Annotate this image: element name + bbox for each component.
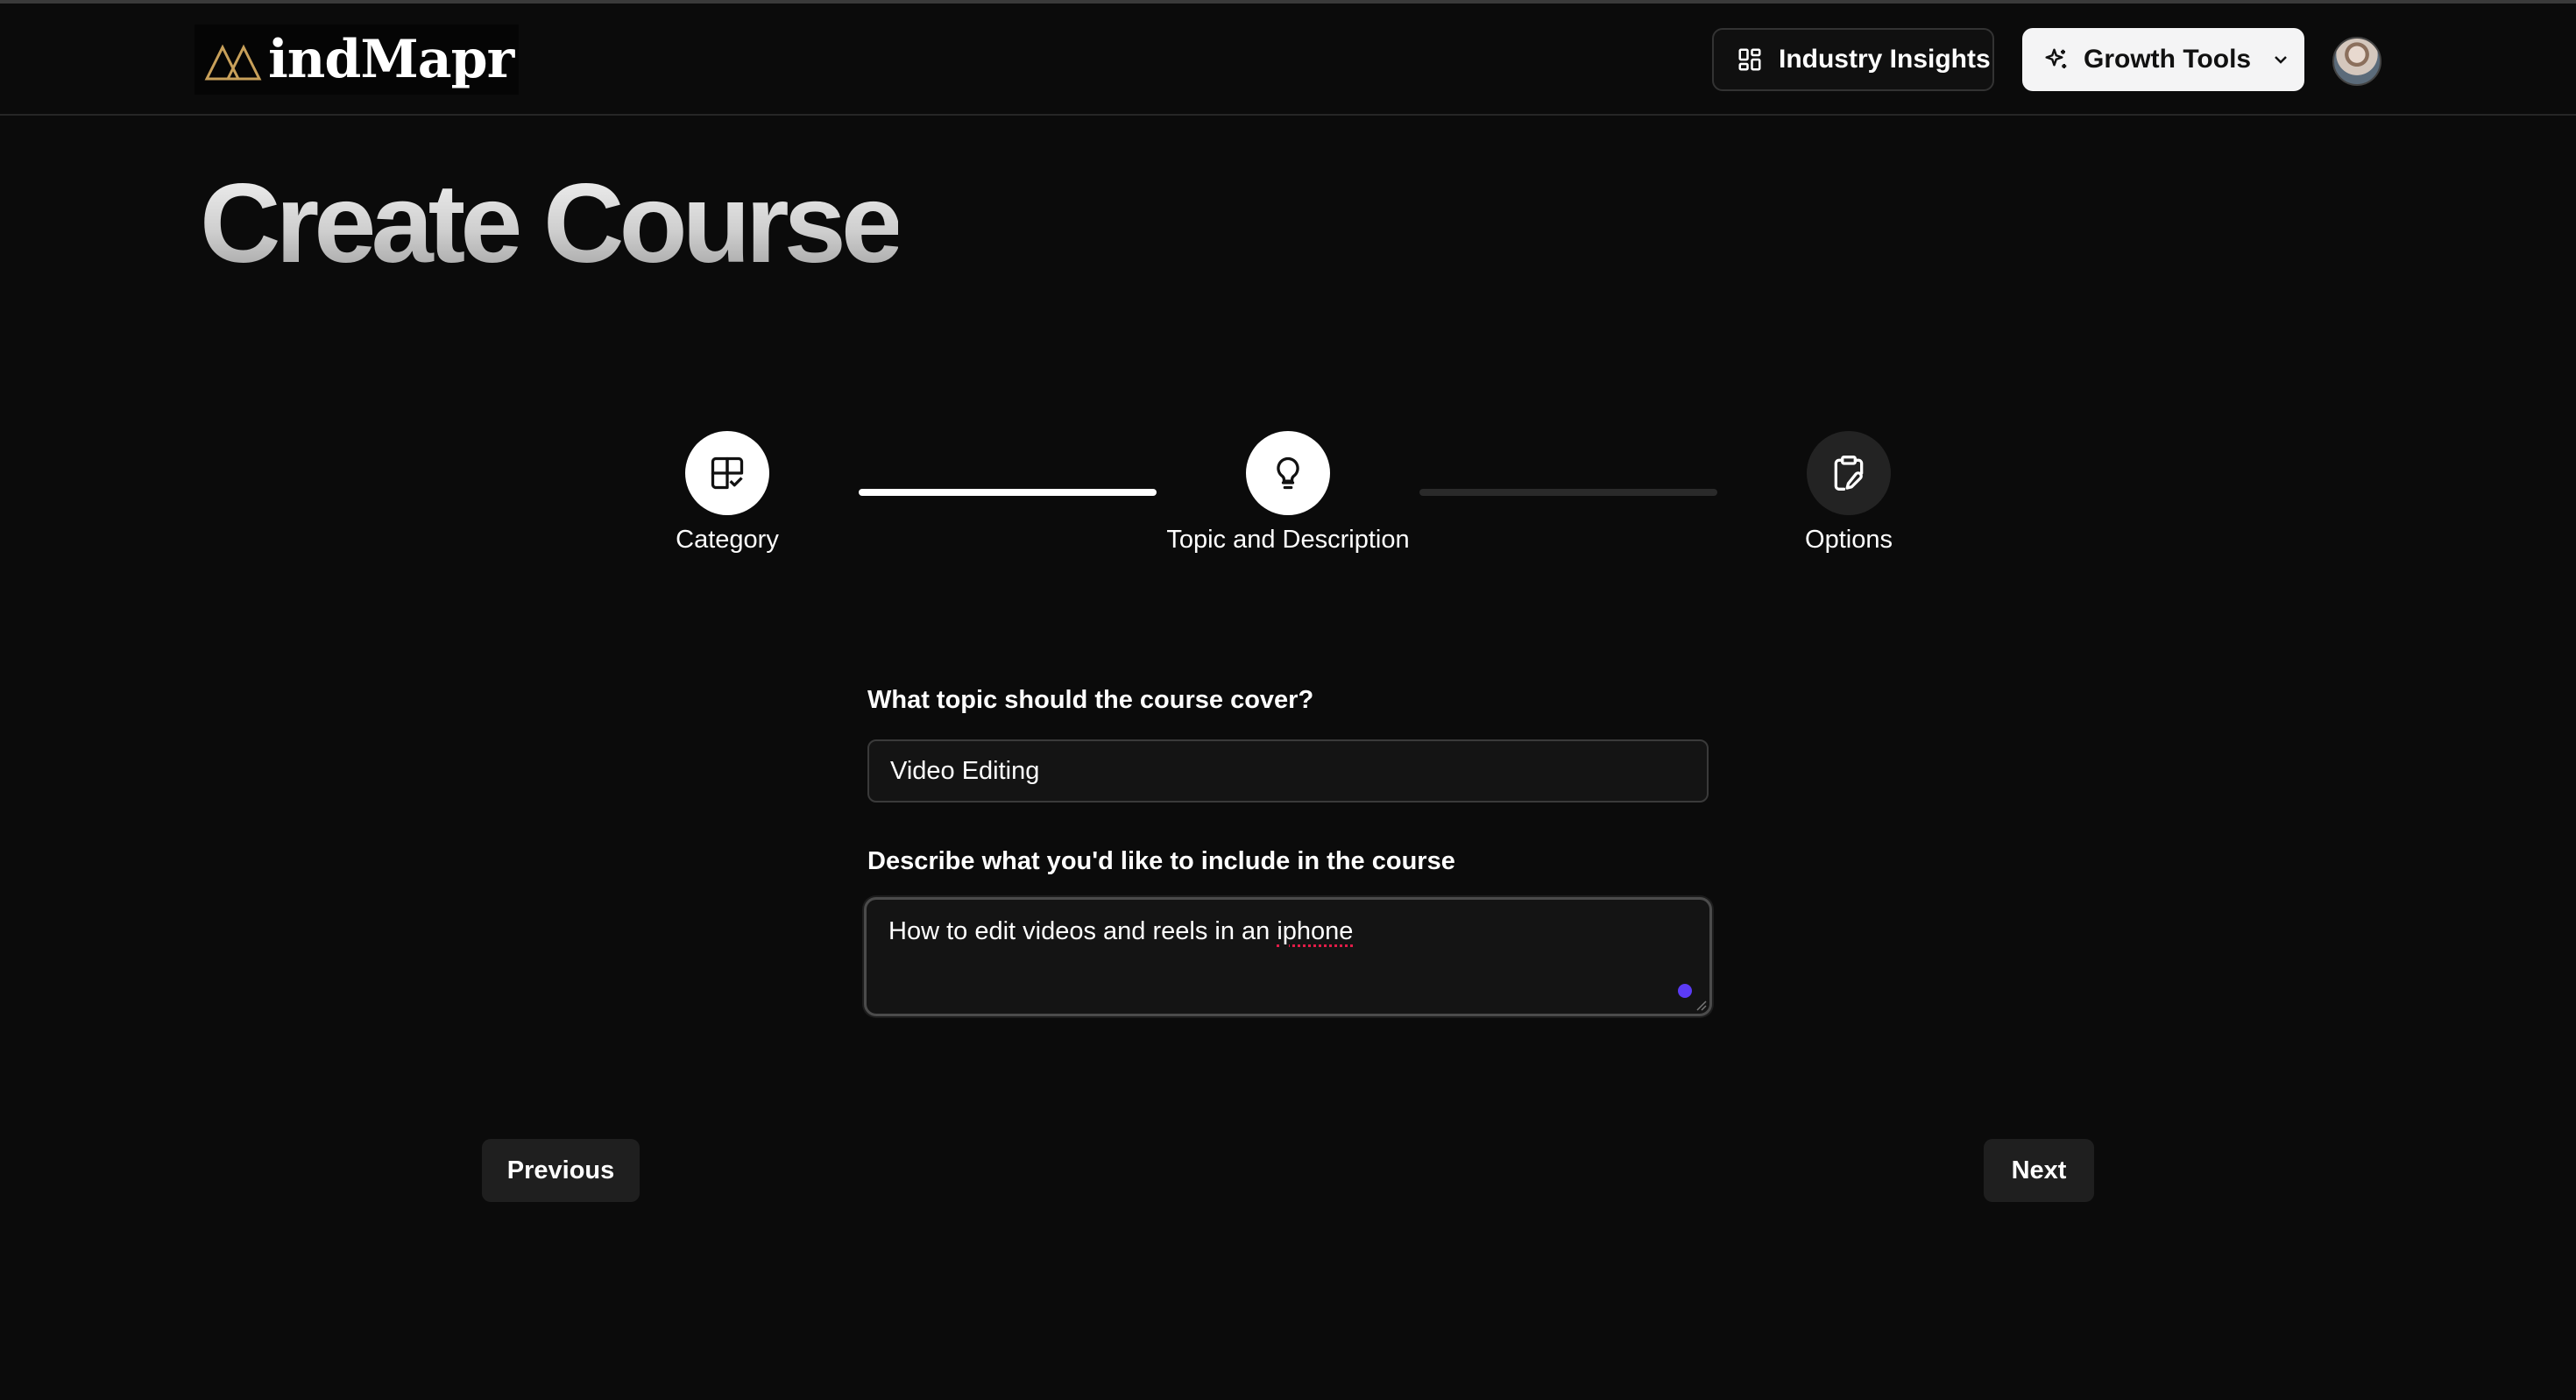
industry-insights-label: Industry Insights [1779,45,1991,74]
description-textarea[interactable]: How to edit videos and reels in an iphon… [867,900,1709,1014]
page-title: Create Course [200,161,903,286]
step-topic-description: Topic and Description [1148,431,1428,555]
step-connector-2 [1419,489,1717,496]
user-avatar[interactable] [2332,37,2381,86]
top-navbar: indMapr Industry Insights Growth Tools [0,4,2576,116]
step-options: Options [1709,431,1989,555]
description-textarea-wrapper: How to edit videos and reels in an iphon… [864,897,1712,1016]
lightbulb-icon [1277,456,1299,490]
clipboard-edit-icon [1834,456,1864,491]
next-button[interactable]: Next [1984,1139,2094,1202]
step-category: Category [587,431,867,555]
step-category-label: Category [676,526,779,554]
step-topic-label: Topic and Description [1166,526,1410,554]
misspelled-word: iphone [1277,917,1354,945]
step-topic-circle [1246,431,1330,515]
chevron-down-icon [2275,56,2287,64]
previous-button[interactable]: Previous [482,1139,640,1202]
brand-logo[interactable]: indMapr [195,25,519,95]
logo-triangles-icon [204,44,262,81]
dashboard-grid-icon [1738,48,1761,71]
step-options-circle [1807,431,1891,515]
brand-name: indMapr [268,29,514,90]
grammar-assistant-dot-icon[interactable] [1678,984,1692,998]
description-field-label: Describe what you'd like to include in t… [867,847,1455,875]
step-connector-1 [859,489,1157,496]
sparkles-icon [2045,48,2067,68]
topic-field-label: What topic should the course cover? [867,686,1314,714]
growth-tools-dropdown[interactable]: Growth Tools [2022,28,2304,91]
topic-input[interactable] [867,739,1709,803]
resize-handle-icon[interactable] [1695,999,1707,1011]
step-options-label: Options [1805,526,1893,554]
step-category-circle [685,431,769,515]
description-text: How to edit videos and reels in an [888,917,1277,945]
grid-check-icon [711,456,744,490]
growth-tools-label: Growth Tools [2084,45,2252,74]
industry-insights-button[interactable]: Industry Insights [1712,28,1994,91]
